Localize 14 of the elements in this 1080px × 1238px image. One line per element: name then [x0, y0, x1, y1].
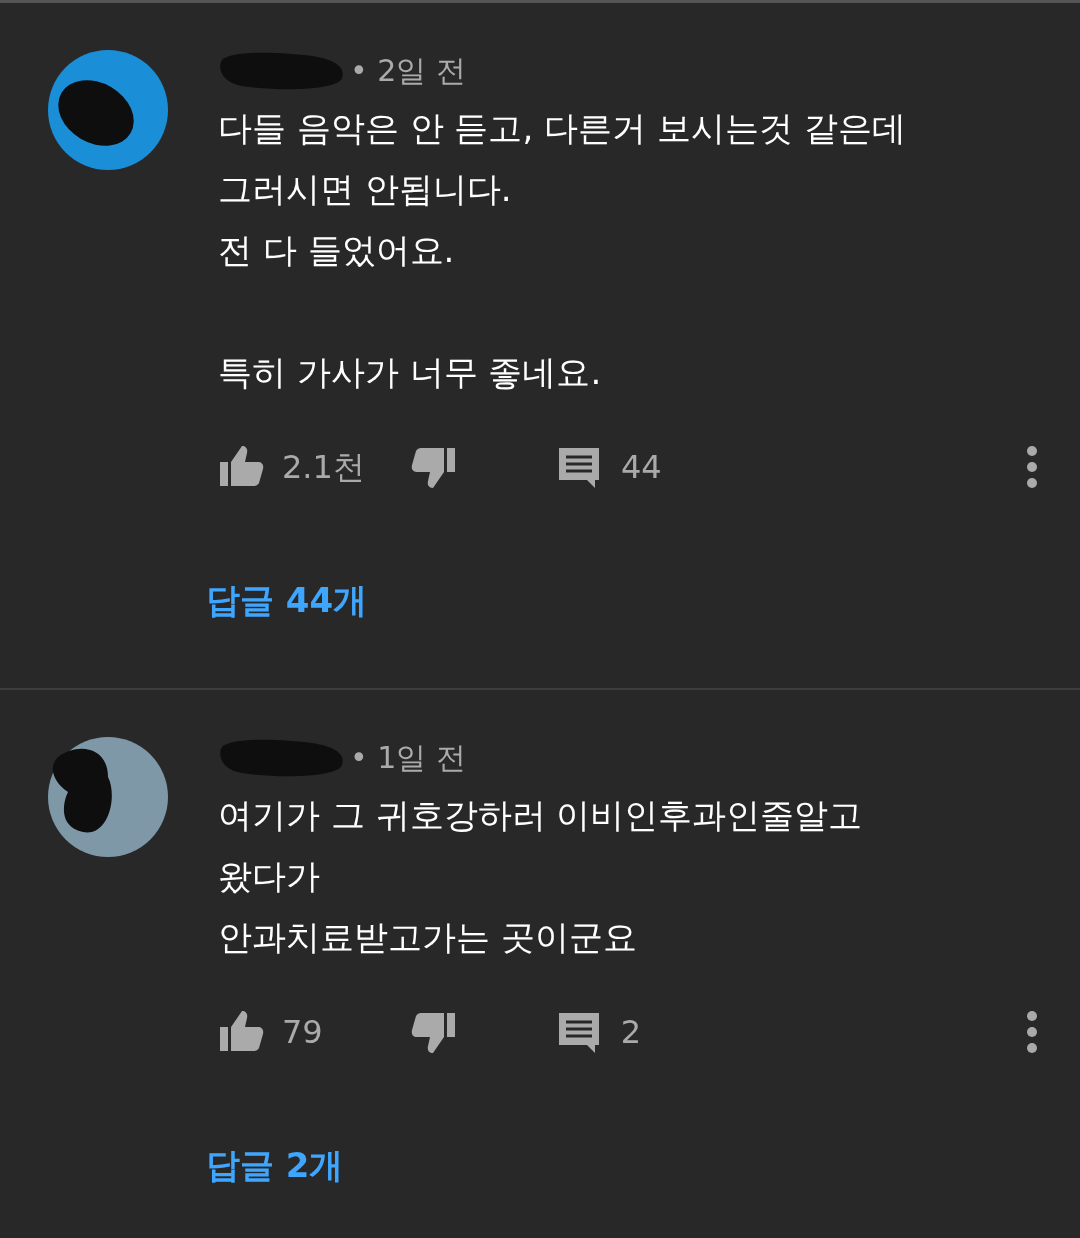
more-options-icon[interactable]: [1024, 1010, 1040, 1054]
like-count: 2.1천: [282, 447, 365, 488]
comment-meta: • 2일 전: [350, 51, 466, 90]
comment-text: 다들 음악은 안 듣고, 다른거 보시는것 같은데 그러시면 안됩니다. 전 다 들었어요. 특히 가사가 너무 좋네요.: [218, 107, 907, 394]
reply-count: 2: [620, 1012, 642, 1053]
like-count: 79: [282, 1012, 323, 1053]
replies-link[interactable]: 답글 44개: [206, 575, 368, 625]
comment-meta: • 1일 전: [350, 738, 466, 777]
more-options-icon[interactable]: [1024, 445, 1040, 489]
replies-link[interactable]: 답글 2개: [206, 1140, 344, 1190]
avatar[interactable]: [48, 737, 168, 857]
reply-count: 44: [620, 447, 662, 488]
comment-text: 여기가 그 귀호강하러 이비인후과인줄알고 왔다가 안과치료받고가는 곳이군요: [218, 794, 864, 959]
avatar[interactable]: [48, 50, 168, 170]
